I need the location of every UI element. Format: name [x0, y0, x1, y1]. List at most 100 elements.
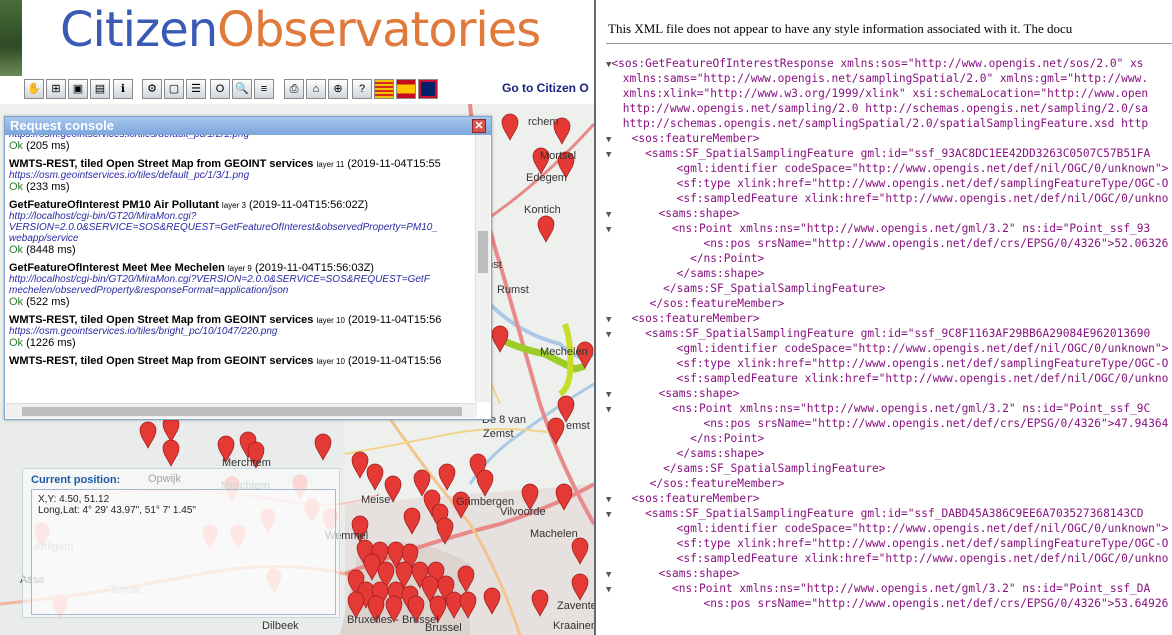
zoom-in-icon[interactable]: ⊞ [46, 79, 66, 99]
map-place-label: Rumst [497, 284, 529, 296]
console-entry: WMTS-REST, tiled Open Street Map from GE… [9, 314, 474, 349]
xml-line-text: </sams:shape> [616, 267, 765, 280]
xml-line-text: </sos:featureMember> [616, 477, 785, 490]
status-ok: Ok [9, 140, 24, 152]
home-icon[interactable]: ⌂ [306, 79, 326, 99]
map-place-label: Kontich [524, 204, 561, 216]
console-entry: WMTS-REST, tiled Open Street Map from GE… [9, 158, 474, 193]
request-url[interactable]: http://localhost/cgi-bin/GT20/MiraMon.cg… [9, 211, 474, 222]
xml-line: ▼ <sos:featureMember> [596, 131, 1172, 146]
xml-line-text: <sams:SF_SpatialSamplingFeature gml:id="… [611, 327, 1151, 340]
console-entry: https://osm.geointservices.io/tiles/defa… [9, 135, 474, 152]
map-place-label: Meise [361, 494, 391, 506]
longlat-readout: Long,Lat: 4° 29' 43.97", 51° 7' 1.45" [38, 505, 196, 516]
console-entry-title: WMTS-REST, tiled Open Street Map from GE… [9, 158, 474, 170]
xml-line: ▼ <sams:shape> [596, 386, 1172, 401]
xml-line: <sf:type xlink:href="http://www.opengis.… [596, 536, 1172, 551]
search-icon[interactable]: 🔍 [232, 79, 252, 99]
request-console-horizontal-scrollbar[interactable] [6, 403, 477, 418]
xml-line-text: <ns:pos srsName="http://www.opengis.net/… [616, 597, 1169, 610]
app-logo: CitizenObservatories [60, 2, 541, 58]
map-place-label: Zemst [483, 428, 514, 440]
pan-hand-icon[interactable]: ✋ [24, 79, 44, 99]
request-url[interactable]: webapp/service [9, 233, 474, 244]
request-url[interactable]: http://localhost/cgi-bin/GT20/MiraMon.cg… [9, 274, 474, 285]
print-icon[interactable]: ⎙ [284, 79, 304, 99]
xml-line-text: </ns:Point> [616, 252, 765, 265]
xml-line: xmlns:xlink="http://www.w3.org/1999/xlin… [596, 86, 1172, 101]
xml-line-text: <sf:sampledFeature xlink:href="http://ww… [616, 192, 1169, 205]
xml-line-text: <sf:sampledFeature xlink:href="http://ww… [616, 552, 1169, 565]
request-name: GetFeatureOfInterest Meet Mee Mechelen [9, 262, 225, 274]
request-url[interactable]: VERSION=2.0.0&SERVICE=SOS&REQUEST=GetFea… [9, 222, 474, 233]
console-entry-title: WMTS-REST, tiled Open Street Map from GE… [9, 314, 474, 326]
request-console-vertical-scrollbar[interactable] [475, 135, 490, 402]
xml-line: </sams:SF_SpatialSamplingFeature> [596, 281, 1172, 296]
request-console-log[interactable]: https://osm.geointservices.io/tiles/defa… [6, 135, 477, 402]
help-icon[interactable]: ? [352, 79, 372, 99]
network-icon[interactable]: ⊕ [328, 79, 348, 99]
xml-line-text: <sos:featureMember> [611, 492, 760, 505]
duration: (233 ms) [26, 181, 70, 193]
go-to-citizen-link[interactable]: Go to Citizen O [502, 81, 589, 95]
citizen-observatories-app: CitizenObservatories ✋ ⊞ ▣ ▤ ℹ ⚙ ▢ ☰ O 🔍 ≡ ⎙ ⌂ ⊕? Go … [0, 0, 594, 635]
layer-tag: layer 11 [316, 160, 345, 169]
request-console-window[interactable]: Request console ✕ https://osm.geointserv… [4, 116, 492, 420]
timestamp: (2019-11-04T15:56:03Z) [254, 262, 374, 274]
timestamp: (2019-11-04T15:56:02Z) [249, 199, 369, 211]
xml-line: ▼ <sams:shape> [596, 206, 1172, 221]
xml-viewer-pane[interactable]: This XML file does not appear to have an… [594, 0, 1172, 635]
timestamp: (2019-11-04T15:56 [347, 314, 442, 326]
xml-line-text: <gml:identifier codeSpace="http://www.op… [616, 342, 1169, 355]
console-entry: GetFeatureOfInterest PM10 Air Pollutant … [9, 199, 474, 256]
status-ok: Ok [9, 337, 24, 349]
xml-line-text: <sams:SF_SpatialSamplingFeature gml:id="… [611, 147, 1151, 160]
xy-readout: X,Y: 4.50, 51.12 [38, 494, 110, 505]
request-url[interactable]: https://osm.geointservices.io/tiles/brig… [9, 326, 474, 337]
scrollbar-thumb[interactable] [22, 407, 462, 416]
info-icon[interactable]: ℹ [113, 79, 133, 99]
console-entry-title: GetFeatureOfInterest Meet Mee Mechelen l… [9, 262, 474, 274]
close-icon[interactable]: ✕ [472, 119, 486, 133]
xml-line: ▼ <sams:SF_SpatialSamplingFeature gml:id… [596, 146, 1172, 161]
xml-line-text: <sams:shape> [611, 567, 740, 580]
map-place-label: Vilvoorde [500, 506, 546, 518]
flag-catalonia-icon[interactable] [374, 79, 394, 99]
ows-icon[interactable]: O [210, 79, 230, 99]
xml-line-text: <sf:type xlink:href="http://www.opengis.… [616, 357, 1169, 370]
request-status: Ok (522 ms) [9, 296, 474, 308]
xml-line: </sos:featureMember> [596, 476, 1172, 491]
request-url[interactable]: mechelen/observedProperty&responseFormat… [9, 285, 474, 296]
request-status: Ok (1226 ms) [9, 337, 474, 349]
request-console-titlebar[interactable]: Request console ✕ [5, 117, 491, 135]
settings-icon[interactable]: ⚙ [142, 79, 162, 99]
request-url[interactable]: https://osm.geointservices.io/tiles/defa… [9, 170, 474, 181]
request-status: Ok (233 ms) [9, 181, 474, 193]
console-entry: WMTS-REST, tiled Open Street Map from GE… [9, 355, 474, 367]
map-place-label: Dilbeek [262, 620, 299, 632]
xml-line: http://schemas.opengis.net/samplingSpati… [596, 116, 1172, 131]
xml-line-text: <sf:type xlink:href="http://www.opengis.… [616, 177, 1169, 190]
layer-tag: layer 3 [221, 201, 246, 210]
map-layers-icon[interactable]: ▤ [90, 79, 110, 99]
request-console-title: Request console [10, 118, 115, 133]
logo-word-observatories: Observatories [217, 2, 541, 58]
flag-spain-icon[interactable] [396, 79, 416, 99]
blank-page-icon[interactable]: ▢ [164, 79, 184, 99]
list-icon[interactable]: ≡ [254, 79, 274, 99]
xml-line-text: </sams:SF_SpatialSamplingFeature> [616, 462, 886, 475]
xml-line-text: xmlns:sams="http://www.opengis.net/sampl… [616, 72, 1149, 85]
scrollbar-thumb[interactable] [478, 231, 488, 273]
console-entry-title: WMTS-REST, tiled Open Street Map from GE… [9, 355, 474, 367]
current-position-panel: Current position: X,Y: 4.50, 51.12 Long,… [22, 468, 340, 618]
flag-uk-icon[interactable] [418, 79, 438, 99]
map-place-label: Zaventem [557, 600, 594, 612]
xml-line-text: <ns:Point xmlns:ns="http://www.opengis.n… [611, 402, 1151, 415]
xml-line-text: <ns:Point xmlns:ns="http://www.opengis.n… [611, 582, 1151, 595]
logo-word-citizen: Citizen [60, 2, 218, 58]
layer-tag: layer 10 [316, 316, 345, 325]
xml-line: </sos:featureMember> [596, 296, 1172, 311]
zoom-box-icon[interactable]: ▣ [68, 79, 88, 99]
layers-list-icon[interactable]: ☰ [186, 79, 206, 99]
request-status: Ok (205 ms) [9, 140, 474, 152]
